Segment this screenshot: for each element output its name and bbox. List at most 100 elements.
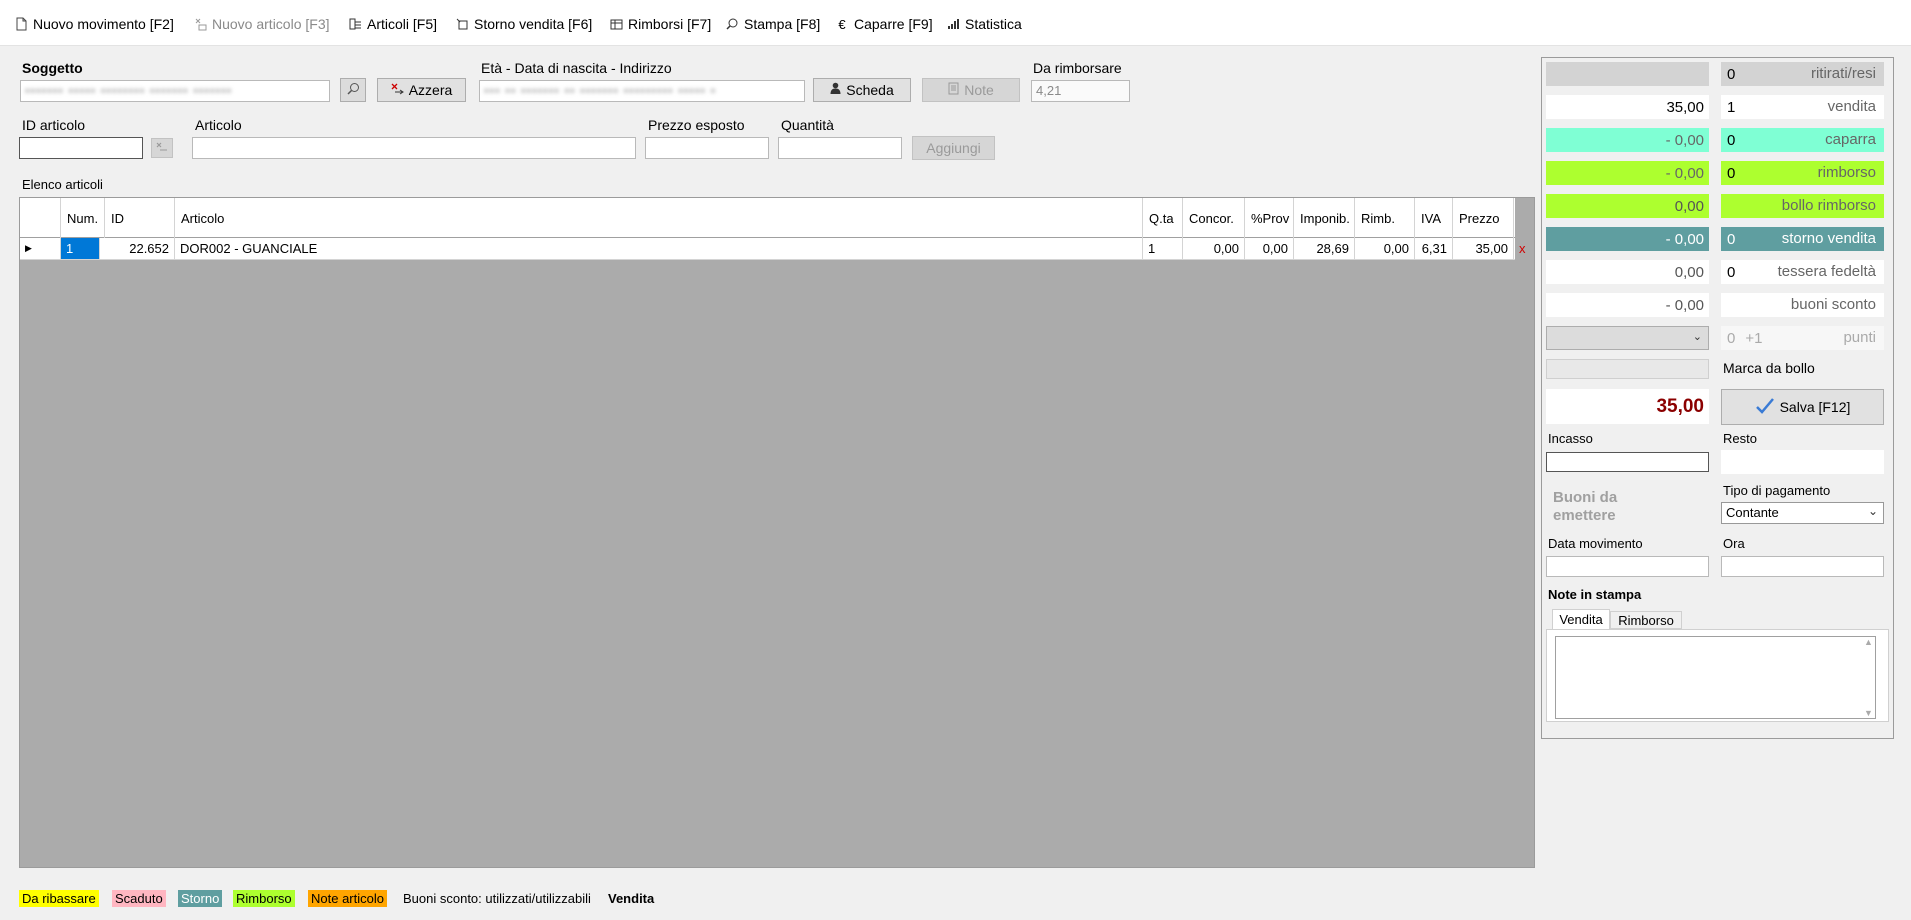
sale-box: 1 vendita — [1721, 95, 1884, 119]
header-id[interactable]: ID — [105, 198, 175, 238]
header-concor[interactable]: Concor. — [1183, 198, 1245, 238]
header-prov[interactable]: %Prov — [1245, 198, 1294, 238]
cell-price[interactable]: 35,00 — [1453, 238, 1514, 259]
cell-prov[interactable]: 0,00 — [1245, 238, 1294, 259]
refunds-label: Rimborsi [F7] — [628, 16, 712, 32]
time-input[interactable] — [1721, 556, 1884, 577]
new-article-button[interactable]: Nuovo articolo [F3] — [193, 14, 330, 34]
loyalty-count: 0 — [1727, 263, 1736, 281]
tab-refund[interactable]: Rimborso — [1610, 611, 1682, 629]
age-value: ••• •• ••••••• •• ••••••• ••••••••• ••••… — [484, 83, 717, 98]
scrollbar[interactable]: ▲ ▼ — [1861, 637, 1875, 718]
note-icon — [948, 82, 959, 98]
cell-refund[interactable]: 0,00 — [1355, 238, 1415, 259]
new-article-label: Nuovo articolo [F3] — [212, 16, 330, 32]
subject-value: ••••••• ••••• •••••••• ••••••• ••••••• — [25, 83, 233, 98]
returned-count: 0 — [1727, 65, 1736, 83]
chevron-up-icon: ▲ — [1864, 637, 1873, 647]
legend-to-reduce: Da ribassare — [19, 890, 99, 907]
time-label: Ora — [1723, 536, 1745, 551]
quantity-input[interactable] — [778, 137, 902, 159]
card-button[interactable]: Scheda — [813, 78, 911, 102]
tab-panel: ▲ ▼ — [1546, 629, 1889, 722]
search-icon — [346, 82, 360, 98]
loyalty-box: 0 tessera fedeltà — [1721, 260, 1884, 284]
payment-type-label: Tipo di pagamento — [1723, 483, 1831, 498]
header-price[interactable]: Prezzo — [1453, 198, 1514, 238]
header-taxable[interactable]: Imponib. — [1294, 198, 1355, 238]
age-label: Età - Data di nascita - Indirizzo — [481, 60, 672, 76]
save-button[interactable]: Salva [F12] — [1721, 389, 1884, 425]
print-notes-textarea[interactable]: ▲ ▼ — [1555, 636, 1876, 719]
header-article[interactable]: Articolo — [175, 198, 1143, 238]
header-qty[interactable]: Q.ta — [1143, 198, 1183, 238]
reset-button[interactable]: Azzera — [377, 78, 466, 102]
article-id-input[interactable] — [19, 137, 143, 159]
stats-button[interactable]: Statistica — [946, 14, 1022, 34]
refund-stamp-amount: 0,00 — [1546, 194, 1709, 218]
row-pointer-icon: ▶ — [25, 243, 32, 253]
points-plus: +1 — [1745, 329, 1763, 347]
article-input[interactable] — [192, 137, 636, 159]
legend-vouchers: Buoni sconto: utilizzati/utilizzabili — [403, 891, 591, 906]
cell-id[interactable]: 22.652 — [105, 238, 175, 259]
returned-label: ritirati/resi — [1810, 65, 1876, 82]
storno-button[interactable]: Storno vendita [F6] — [455, 14, 592, 34]
sale-label: vendita — [1827, 98, 1876, 115]
change-label: Resto — [1723, 431, 1757, 446]
articles-button[interactable]: Articoli [F5] — [348, 14, 437, 34]
toolbar: Nuovo movimento [F2] Nuovo articolo [F3]… — [0, 0, 1911, 46]
mode-indicator: Vendita — [608, 891, 655, 906]
storno-label: storno vendita — [1781, 230, 1876, 247]
cell-num[interactable]: 1 — [61, 238, 100, 259]
price-input[interactable] — [645, 137, 769, 159]
legend-expired: Scaduto — [112, 890, 166, 907]
print-button[interactable]: Stampa [F8] — [725, 14, 820, 34]
new-document-icon — [14, 16, 28, 32]
refund-due-label: Da rimborsare — [1033, 60, 1122, 76]
total-amount: 35,00 — [1546, 389, 1709, 424]
loyalty-amount: 0,00 — [1546, 260, 1709, 284]
refund-stamp-label: bollo rimborso — [1781, 197, 1876, 214]
date-input[interactable] — [1546, 556, 1709, 577]
refund-count: 0 — [1727, 164, 1736, 182]
header-num[interactable]: Num. — [61, 198, 105, 238]
articles-grid: Num. ID Articolo Q.ta Concor. %Prov Impo… — [19, 197, 1535, 868]
header-vat[interactable]: IVA — [1415, 198, 1453, 238]
refunds-button[interactable]: Rimborsi [F7] — [609, 14, 711, 34]
storno-label: Storno vendita [F6] — [474, 16, 593, 32]
cell-vat[interactable]: 6,31 — [1415, 238, 1453, 259]
delete-row-button[interactable]: x — [1514, 238, 1534, 259]
payment-type-select[interactable]: Contante ⌄ — [1721, 502, 1884, 524]
card-label: Scheda — [846, 82, 894, 98]
article-id-clear-button[interactable] — [151, 138, 173, 158]
row-header-corner — [20, 198, 61, 238]
deposits-button[interactable]: € Caparre [F9] — [835, 14, 932, 34]
cell-qty[interactable]: 1 — [1143, 238, 1183, 259]
returned-amount-box — [1546, 62, 1709, 86]
print-notes-label: Note in stampa — [1548, 587, 1642, 602]
subject-search-button[interactable] — [340, 78, 366, 102]
row-selector[interactable]: ▶ — [20, 238, 61, 259]
returned-box: 0 ritirati/resi — [1721, 62, 1884, 86]
sale-amount: 35,00 — [1546, 95, 1709, 119]
note-button[interactable]: Note — [922, 78, 1020, 102]
cell-taxable[interactable]: 28,69 — [1294, 238, 1355, 259]
subject-field[interactable]: ••••••• ••••• •••••••• ••••••• ••••••• — [20, 80, 330, 102]
tab-sale[interactable]: Vendita — [1552, 609, 1610, 629]
cash-input[interactable] — [1546, 452, 1709, 472]
refund-due-value: 4,21 — [1036, 83, 1062, 98]
cell-concor[interactable]: 0,00 — [1183, 238, 1245, 259]
header-refund[interactable]: Rimb. — [1355, 198, 1415, 238]
deposit-amount: - 0,00 — [1546, 128, 1709, 152]
points-select[interactable]: ⌄ — [1546, 326, 1709, 350]
table-row[interactable]: ▶ 1 22.652 DOR002 - GUANCIALE 1 0,00 0,0… — [20, 238, 1526, 260]
add-button[interactable]: Aggiungi — [912, 136, 995, 160]
quantity-label: Quantità — [781, 117, 834, 133]
storno-count: 0 — [1727, 230, 1736, 248]
new-movement-button[interactable]: Nuovo movimento [F2] — [14, 14, 174, 34]
deposit-box: 0 caparra — [1721, 128, 1884, 152]
list-title: Elenco articoli — [22, 177, 103, 192]
age-field[interactable]: ••• •• ••••••• •• ••••••• ••••••••• ••••… — [479, 80, 805, 102]
cell-article[interactable]: DOR002 - GUANCIALE — [175, 238, 1143, 259]
